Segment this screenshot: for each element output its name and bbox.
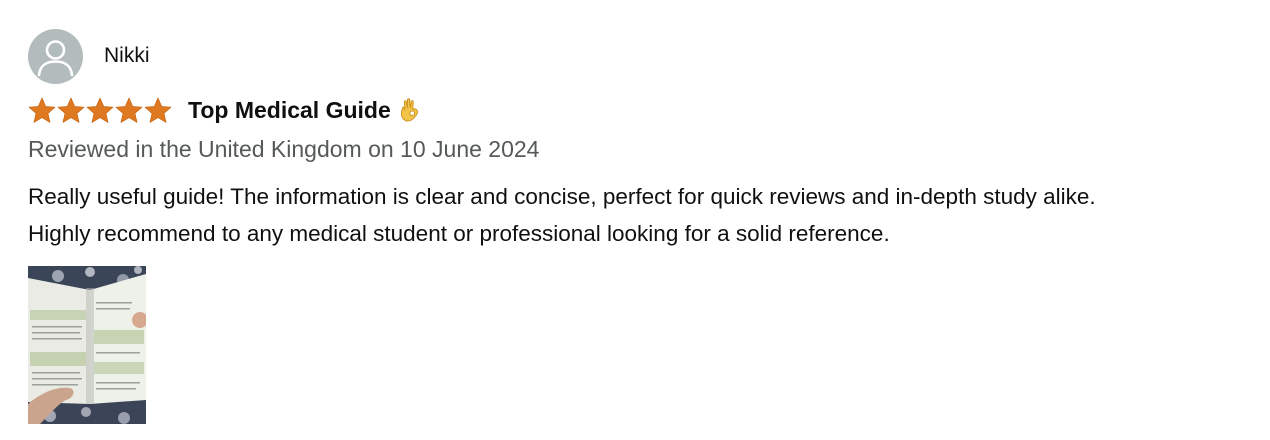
rating-row: Top Medical Guide [28, 95, 1263, 125]
star-icon [86, 97, 114, 123]
star-icon [144, 97, 172, 123]
star-icon [57, 97, 85, 123]
star-rating[interactable] [28, 97, 172, 124]
ok-hand-emoji-icon [399, 97, 421, 123]
review-body-line: Highly recommend to any medical student … [28, 221, 890, 246]
review-card: Nikki Top Medical Guide Reviewed in the … [28, 28, 1263, 424]
person-silhouette-icon [37, 39, 74, 76]
review-date-location: Reviewed in the United Kingdom on 10 Jun… [28, 136, 540, 162]
review-body: Really useful guide! The information is … [28, 178, 1268, 252]
avatar[interactable] [28, 28, 83, 84]
reviewer-profile[interactable]: Nikki [28, 28, 1263, 84]
review-body-line: Really useful guide! The information is … [28, 184, 1096, 209]
review-image-thumbnail[interactable] [28, 266, 146, 424]
star-icon [28, 97, 56, 123]
review-title[interactable]: Top Medical Guide [188, 97, 391, 124]
reviewer-name[interactable]: Nikki [104, 44, 150, 68]
star-icon [115, 97, 143, 123]
